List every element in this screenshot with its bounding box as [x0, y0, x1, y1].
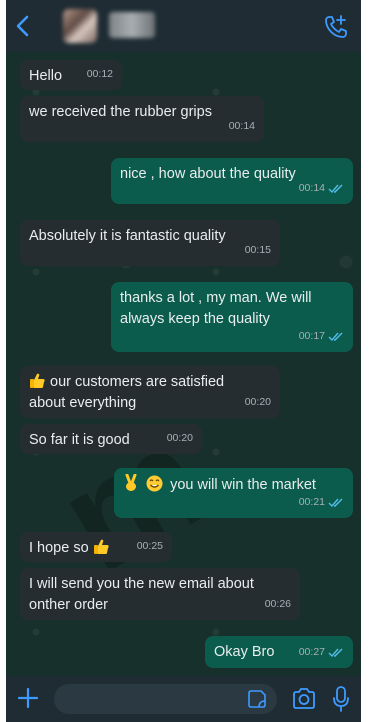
message-time: 00:21	[298, 496, 325, 508]
message-incoming[interactable]: Absolutely it is fantastic quality 00:15	[20, 220, 280, 266]
chat-header	[6, 0, 361, 52]
message-time: 00:17	[298, 330, 325, 342]
message-incoming[interactable]: I will send you the new email about onth…	[20, 568, 300, 620]
read-receipt-icon	[328, 184, 343, 193]
message-outgoing[interactable]: Okay Bro 00:27	[205, 636, 353, 668]
microphone-icon[interactable]	[333, 686, 349, 712]
smiling-face-icon	[146, 475, 163, 492]
message-time: 00:26	[264, 598, 291, 610]
read-receipt-icon	[328, 498, 343, 507]
thumbs-up-icon	[30, 373, 45, 388]
message-text: So far it is good	[29, 432, 130, 448]
message-meta: 00:14	[229, 116, 255, 137]
read-receipt-icon	[328, 648, 343, 657]
phone-plus-icon[interactable]	[323, 14, 349, 40]
message-meta: 00:25	[137, 536, 163, 557]
message-text: Absolutely it is fantastic quality	[29, 228, 226, 244]
message-time: 00:15	[244, 244, 271, 256]
message-meta: 00:15	[245, 240, 271, 261]
message-meta: 00:12	[87, 64, 113, 85]
message-time: 00:27	[298, 646, 325, 658]
message-text: Hello	[29, 68, 63, 84]
camera-icon[interactable]	[292, 688, 316, 710]
message-time: 00:12	[86, 68, 113, 80]
contact-avatar[interactable]	[63, 9, 97, 43]
phone-screen: m Hello 00:12 we received the rubber gri…	[6, 0, 361, 722]
chat-area[interactable]: m Hello 00:12 we received the rubber gri…	[6, 52, 361, 676]
message-outgoing[interactable]: nice , how about the quality 00:14	[111, 158, 353, 204]
message-meta: 00:17	[299, 326, 344, 347]
message-outgoing[interactable]: you will win the market 00:21	[114, 468, 353, 518]
message-incoming[interactable]: I hope so 00:25	[20, 532, 172, 562]
message-text-line: our customers are satisfied	[29, 372, 271, 393]
message-text-line: thanks a lot , my man. We will	[120, 290, 312, 306]
message-text: nice , how about the quality	[120, 166, 296, 182]
message-text: Okay Bro	[214, 644, 275, 660]
message-meta: 00:26	[265, 594, 291, 615]
message-time: 00:14	[228, 120, 255, 132]
thumbs-up-icon	[93, 539, 109, 554]
message-text: our customers are satisfied	[50, 374, 225, 390]
message-incoming[interactable]: Hello 00:12	[20, 60, 122, 90]
message-meta: 00:20	[245, 392, 271, 413]
message-time: 00:14	[298, 182, 325, 194]
message-time: 00:25	[136, 540, 163, 552]
chevron-left-icon[interactable]	[12, 14, 34, 38]
message-outgoing[interactable]: thanks a lot , my man. We will always ke…	[111, 282, 353, 352]
message-meta: 00:14	[299, 178, 344, 199]
message-time: 00:20	[244, 396, 271, 408]
plus-icon[interactable]	[17, 687, 39, 709]
message-text: you will win the market	[170, 477, 316, 493]
victory-hand-icon	[125, 474, 137, 491]
message-input[interactable]	[54, 684, 277, 714]
message-meta: 00:27	[299, 642, 344, 663]
message-text-line: about everything	[29, 395, 137, 411]
read-receipt-icon	[328, 332, 343, 341]
message-incoming[interactable]: So far it is good 00:20	[20, 424, 202, 454]
message-text: we received the rubber grips	[29, 104, 212, 120]
message-incoming[interactable]: we received the rubber grips 00:14	[20, 96, 264, 142]
message-meta: 00:20	[167, 428, 193, 449]
message-incoming[interactable]: our customers are satisfied about everyt…	[20, 366, 280, 418]
message-text-line: onther order	[29, 597, 108, 613]
message-text: I hope so	[29, 540, 89, 556]
sticker-icon[interactable]	[248, 690, 266, 708]
contact-name-redacted[interactable]	[109, 12, 155, 38]
composer-bar	[6, 676, 361, 722]
message-time: 00:20	[166, 432, 193, 444]
message-text-line: I will send you the new email about	[29, 576, 254, 592]
message-meta: 00:21	[299, 492, 344, 513]
